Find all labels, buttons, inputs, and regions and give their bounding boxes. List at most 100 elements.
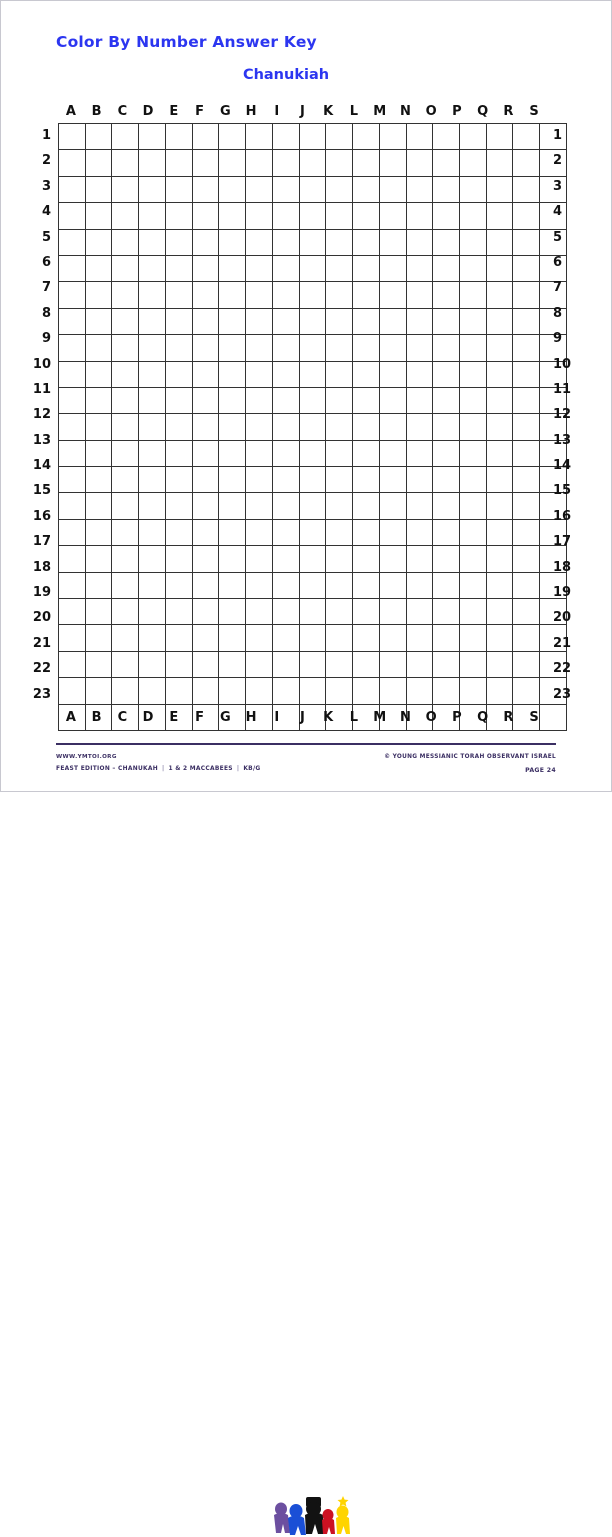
grid-cell-M4-light-blue[interactable] <box>378 202 407 230</box>
grid-cell-K3-empty[interactable] <box>325 175 354 204</box>
grid-cell-J8-dark-blue[interactable] <box>298 307 327 336</box>
grid-cell-O5-cyan[interactable] <box>432 228 461 256</box>
grid-cell-G19-empty[interactable] <box>218 598 247 626</box>
grid-cell-H20-empty[interactable] <box>245 624 273 652</box>
grid-cell-P10-empty[interactable] <box>459 360 487 388</box>
grid-cell-E2-orange[interactable] <box>164 149 193 177</box>
grid-cell-M5-light-blue[interactable] <box>378 228 407 256</box>
grid-cell-M11-gray[interactable] <box>378 386 407 415</box>
grid-cell-O13-gray[interactable] <box>432 439 461 468</box>
grid-cell-B6-empty[interactable] <box>84 254 113 283</box>
grid-cell-H11-empty[interactable] <box>245 386 273 415</box>
grid-cell-B8-empty[interactable] <box>84 307 113 336</box>
grid-cell-F9-empty[interactable] <box>191 334 220 362</box>
grid-cell-R10-empty[interactable] <box>512 360 541 388</box>
grid-cell-I14-gray[interactable] <box>271 466 300 494</box>
grid-cell-K7-empty[interactable] <box>325 281 354 309</box>
grid-cell-O16-empty[interactable] <box>432 518 461 547</box>
grid-cell-E11-gray[interactable] <box>164 386 193 415</box>
grid-cell-J21-gray[interactable] <box>298 650 327 679</box>
grid-cell-A14-gray[interactable] <box>58 466 86 494</box>
grid-cell-L13-empty[interactable] <box>352 439 380 468</box>
grid-cell-R8-empty[interactable] <box>512 307 541 336</box>
grid-cell-B10-empty[interactable] <box>84 360 113 388</box>
grid-cell-I15-empty[interactable] <box>271 492 300 520</box>
grid-cell-E1-empty[interactable] <box>164 122 193 151</box>
grid-cell-R3-empty[interactable] <box>512 175 541 204</box>
grid-cell-N1-empty[interactable] <box>405 122 434 151</box>
grid-cell-E13-gray[interactable] <box>164 439 193 468</box>
grid-cell-B5-empty[interactable] <box>84 228 113 256</box>
grid-cell-B20-empty[interactable] <box>84 624 113 652</box>
grid-cell-G9-light-blue[interactable] <box>218 334 247 362</box>
grid-cell-P13-empty[interactable] <box>459 439 487 468</box>
grid-cell-L19-empty[interactable] <box>352 598 380 626</box>
grid-cell-O10-gray[interactable] <box>432 360 461 388</box>
grid-cell-E17-empty[interactable] <box>164 545 193 573</box>
grid-cell-L6-empty[interactable] <box>352 254 380 283</box>
grid-cell-H1-empty[interactable] <box>245 122 273 151</box>
grid-cell-K4-empty[interactable] <box>325 202 354 230</box>
grid-cell-H7-empty[interactable] <box>245 281 273 309</box>
grid-cell-P14-empty[interactable] <box>459 466 487 494</box>
grid-cell-R6-empty[interactable] <box>512 254 541 283</box>
grid-cell-M6-light-blue[interactable] <box>378 254 407 283</box>
grid-cell-Q13-gray[interactable] <box>485 439 514 468</box>
grid-cell-N5-empty[interactable] <box>405 228 434 256</box>
grid-cell-G1-empty[interactable] <box>218 122 247 151</box>
grid-cell-E19-empty[interactable] <box>164 598 193 626</box>
grid-cell-B17-empty[interactable] <box>84 545 113 573</box>
grid-cell-F18-gray[interactable] <box>191 571 220 600</box>
grid-cell-E9-cyan[interactable] <box>164 334 193 362</box>
grid-cell-P20-empty[interactable] <box>459 624 487 652</box>
grid-cell-L9-empty[interactable] <box>352 334 380 362</box>
grid-cell-J3-dark-blue[interactable] <box>298 175 327 204</box>
grid-cell-A9-light-blue[interactable] <box>58 334 86 362</box>
grid-cell-H5-empty[interactable] <box>245 228 273 256</box>
grid-cell-H16-gray[interactable] <box>245 518 273 547</box>
grid-cell-N16-gray[interactable] <box>405 518 434 547</box>
grid-cell-M1-empty[interactable] <box>378 122 407 151</box>
grid-cell-C9-dark-blue[interactable] <box>111 334 140 362</box>
grid-cell-J10-gray[interactable] <box>298 360 327 388</box>
grid-cell-M17-empty[interactable] <box>378 545 407 573</box>
grid-cell-A13-gray[interactable] <box>58 439 86 468</box>
grid-cell-F19-empty[interactable] <box>191 598 220 626</box>
grid-cell-G6-light-blue[interactable] <box>218 254 247 283</box>
grid-cell-C2-orange[interactable] <box>111 149 140 177</box>
grid-cell-L22-gray[interactable] <box>352 677 380 705</box>
grid-cell-P17-empty[interactable] <box>459 545 487 573</box>
grid-cell-H9-empty[interactable] <box>245 334 273 362</box>
grid-cell-G17-empty[interactable] <box>218 545 247 573</box>
grid-cell-K19-empty[interactable] <box>325 598 354 626</box>
grid-cell-J18-gray[interactable] <box>298 571 327 600</box>
grid-cell-C6-dark-blue[interactable] <box>111 254 140 283</box>
grid-cell-H15-empty[interactable] <box>245 492 273 520</box>
grid-cell-Q3-dark-blue[interactable] <box>485 175 514 204</box>
grid-cell-G13-empty[interactable] <box>218 439 247 468</box>
grid-cell-E7-cyan[interactable] <box>164 281 193 309</box>
grid-cell-D4-empty[interactable] <box>138 202 166 230</box>
grid-cell-P1-empty[interactable] <box>459 122 487 151</box>
grid-cell-I4-empty[interactable] <box>271 202 300 230</box>
grid-cell-N19-empty[interactable] <box>405 598 434 626</box>
grid-cell-Q22-empty[interactable] <box>485 677 514 705</box>
footer-website-link[interactable]: WWW.YMTOI.ORG <box>56 754 261 760</box>
grid-cell-I17-empty[interactable] <box>271 545 300 573</box>
grid-cell-N2-empty[interactable] <box>405 149 434 177</box>
grid-cell-C4-dark-blue[interactable] <box>111 202 140 230</box>
grid-cell-C19-empty[interactable] <box>111 598 140 626</box>
grid-cell-K13-empty[interactable] <box>325 439 354 468</box>
grid-cell-C18-empty[interactable] <box>111 571 140 600</box>
grid-cell-I12-gray[interactable] <box>271 413 300 441</box>
grid-cell-R19-empty[interactable] <box>512 598 541 626</box>
grid-cell-J4-dark-blue[interactable] <box>298 202 327 230</box>
grid-cell-I19-empty[interactable] <box>271 598 300 626</box>
grid-cell-C22-empty[interactable] <box>111 677 140 705</box>
grid-cell-A7-light-blue[interactable] <box>58 281 86 309</box>
grid-cell-M22-empty[interactable] <box>378 677 407 705</box>
grid-cell-L10-empty[interactable] <box>352 360 380 388</box>
grid-cell-L3-empty[interactable] <box>352 175 380 204</box>
grid-cell-O9-cyan[interactable] <box>432 334 461 362</box>
grid-cell-D2-empty[interactable] <box>138 149 166 177</box>
